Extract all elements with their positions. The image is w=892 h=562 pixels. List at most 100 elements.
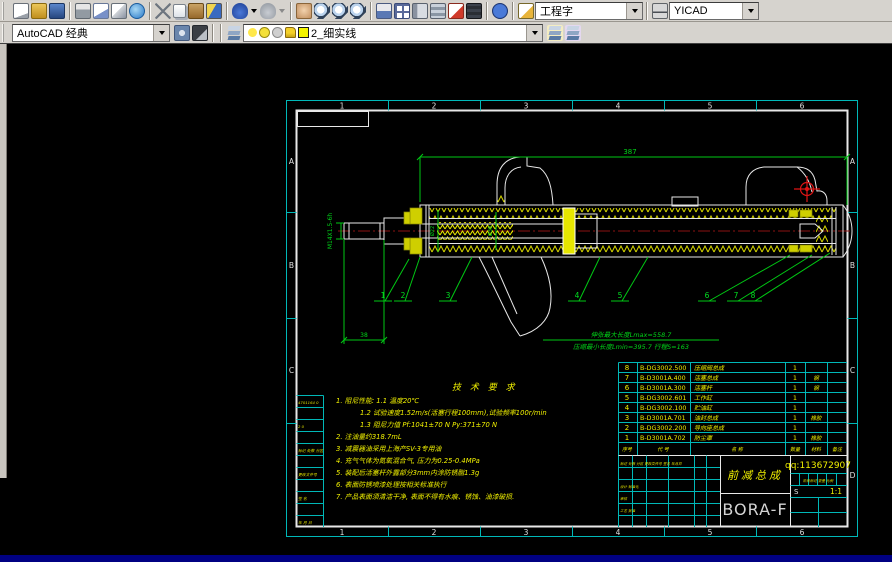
layer-previous-icon[interactable] <box>565 25 581 41</box>
layer-on-bulb-icon[interactable] <box>248 28 257 37</box>
bom-header: 名 称 <box>731 446 744 453</box>
tool-palettes-icon[interactable] <box>412 3 428 19</box>
bom-no: 5 <box>625 394 629 402</box>
zone-left-c: C <box>289 366 294 375</box>
make-object-layer-current-icon[interactable] <box>547 25 563 41</box>
zone-top-1: 1 <box>340 102 345 111</box>
layer-combo[interactable]: 2_细实线 <box>243 24 543 42</box>
separator <box>69 2 71 20</box>
sheet-mark: S <box>794 488 799 496</box>
zone-bottom-5: 5 <box>708 528 713 537</box>
undo-icon[interactable] <box>232 3 248 19</box>
separator <box>370 2 372 20</box>
publish-icon[interactable] <box>111 3 127 19</box>
rod-len-dim: 38 <box>360 332 368 339</box>
bom-code: B-D3001A.702 <box>640 435 686 442</box>
open-icon[interactable] <box>31 3 47 19</box>
tech-title: 技 术 要 求 <box>452 382 518 393</box>
workspace-combo[interactable]: AutoCAD 经典 <box>12 24 170 42</box>
tech-line-8: 6. 表面防锈喷漆处理按相关标准执行 <box>336 481 448 489</box>
dim-style-combo[interactable]: YICAD <box>669 2 759 20</box>
bom-qty: 1 <box>793 424 797 432</box>
text-style-combo[interactable]: 工程字 <box>535 2 643 20</box>
balloon-5: 5 <box>618 291 623 300</box>
plot-icon[interactable] <box>75 3 91 19</box>
workspaces-layers-toolbar: AutoCAD 经典 2_细实线 <box>0 22 892 44</box>
bom-no: 2 <box>625 424 629 432</box>
toolbar-grip[interactable] <box>2 24 9 42</box>
markup-icon[interactable] <box>448 3 464 19</box>
zoom-realtime-icon[interactable] <box>314 3 330 19</box>
rev-row: 4701164 0 <box>298 400 319 405</box>
separator <box>220 24 222 42</box>
cut-icon[interactable] <box>155 3 171 19</box>
new-icon[interactable] <box>13 3 29 19</box>
separator <box>212 24 214 42</box>
zone-top-3: 3 <box>524 102 529 111</box>
tube-hatch-top <box>429 208 836 218</box>
window-bottom-edge <box>0 555 892 562</box>
layer-viewport-freeze-icon[interactable] <box>272 27 283 38</box>
web-icon[interactable] <box>129 3 145 19</box>
bom-name: 活塞总成 <box>694 374 719 382</box>
design-center-icon[interactable] <box>394 3 410 19</box>
chevron-down-icon[interactable] <box>153 25 169 41</box>
undo-dropdown-icon[interactable] <box>251 9 257 13</box>
zone-right-c: C <box>850 366 855 375</box>
bom-no: 6 <box>625 384 630 392</box>
zoom-previous-icon[interactable] <box>350 3 366 19</box>
bom-code: B-D3001A.400 <box>640 375 686 382</box>
paste-icon[interactable] <box>188 3 204 19</box>
layer-freeze-sun-icon[interactable] <box>259 27 270 38</box>
scale-header: 阶段标记 重量 比例 <box>803 479 834 483</box>
copy-icon[interactable] <box>173 4 186 18</box>
chevron-down-icon[interactable] <box>526 25 542 41</box>
lmin-annotation: 压缩最小长度Lmin=395.7 行程S=163 <box>573 343 689 351</box>
properties-icon[interactable] <box>376 3 392 19</box>
workspace-settings-icon[interactable] <box>174 25 190 41</box>
bom-code: B-DG3002.200 <box>640 425 686 432</box>
zone-bottom-1: 1 <box>340 528 345 537</box>
bom-code: B-DG3002.500 <box>640 365 686 372</box>
text-style-icon[interactable] <box>518 3 534 19</box>
pan-icon[interactable] <box>296 3 312 19</box>
toolbar-grip[interactable] <box>2 2 9 20</box>
rev-row: 更改文件号 <box>298 472 317 477</box>
quick-calc-icon[interactable] <box>466 3 482 19</box>
mount-hole-crosshair <box>794 176 820 202</box>
layer-properties-icon[interactable] <box>226 25 242 41</box>
rev-row: 2 0 <box>298 424 305 429</box>
bom-no: 1 <box>625 434 629 442</box>
lock-location-icon[interactable] <box>192 25 208 41</box>
zone-top-5: 5 <box>708 102 713 111</box>
help-icon[interactable] <box>492 3 508 19</box>
dim-style-icon[interactable] <box>652 3 668 19</box>
bom-header: 代 号 <box>657 446 670 453</box>
bom-code: B-DG3002.601 <box>640 395 686 402</box>
redo-icon[interactable] <box>260 3 276 19</box>
tb-left-row: 工艺 批准 <box>620 509 636 513</box>
zone-top-4: 4 <box>616 102 621 111</box>
tech-line-5: 3. 减震器油采用上海产SV-3专用油 <box>336 445 443 453</box>
layer-unlock-icon[interactable] <box>285 27 296 38</box>
bom-material: 钢 <box>813 385 820 392</box>
tech-line-4: 2. 注油量约318.7mL <box>336 433 402 441</box>
tb-left-row: 审核 <box>620 497 628 501</box>
chevron-down-icon[interactable] <box>626 3 642 19</box>
zone-top-2: 2 <box>432 102 437 111</box>
bom-no: 8 <box>625 364 629 372</box>
save-icon[interactable] <box>49 3 65 19</box>
bom-header: 备注 <box>832 446 843 453</box>
zoom-window-icon[interactable] <box>332 3 348 19</box>
zone-bottom-4: 4 <box>616 528 621 537</box>
redo-dropdown-icon[interactable] <box>279 9 285 13</box>
balloon-8: 8 <box>751 291 756 300</box>
bom-header: 数量 <box>790 446 801 453</box>
match-properties-icon[interactable] <box>206 3 222 19</box>
sheet-set-manager-icon[interactable] <box>430 3 446 19</box>
chevron-down-icon[interactable] <box>742 3 758 19</box>
plot-preview-icon[interactable] <box>93 3 109 19</box>
bom-qty: 1 <box>793 414 797 422</box>
rebound-spring-hatch <box>437 222 513 240</box>
tech-line-7: 5. 装配后活塞杆外露部分3mm内涂防锈脂1.3g <box>336 469 480 477</box>
